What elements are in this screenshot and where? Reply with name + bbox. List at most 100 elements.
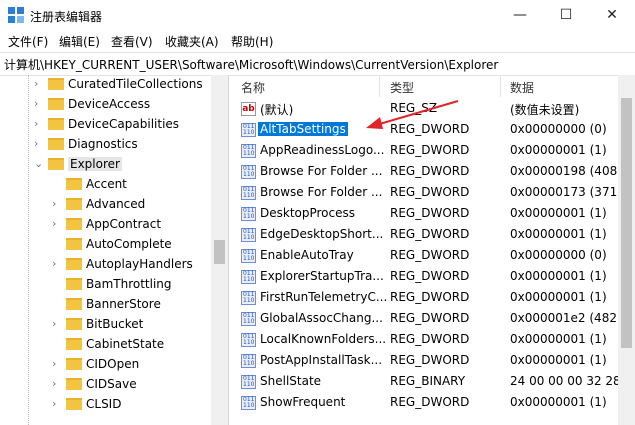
chevron-right-icon[interactable]: › bbox=[52, 258, 62, 270]
binary-value-icon bbox=[241, 144, 256, 158]
tree-item[interactable]: › BitBucket bbox=[0, 315, 210, 335]
value-data: 0x00000173 (371) bbox=[510, 185, 622, 199]
value-name: ShellState bbox=[260, 374, 322, 388]
tree-item[interactable]: › DeviceAccess bbox=[0, 95, 210, 115]
value-row[interactable]: ShowFrequent REG_DWORD 0x00000001 (1) bbox=[229, 393, 619, 414]
value-type: REG_DWORD bbox=[390, 269, 470, 283]
value-type: REG_DWORD bbox=[390, 332, 470, 346]
menu-file[interactable]: 文件(F) bbox=[8, 33, 48, 50]
column-header-data[interactable]: 数据 bbox=[510, 79, 534, 96]
value-data: 0x00000001 (1) bbox=[510, 269, 607, 283]
tree-item[interactable]: ⌄ Explorer bbox=[0, 155, 210, 175]
value-data: 0x00000001 (1) bbox=[510, 290, 607, 304]
tree-item-label: CabinetState bbox=[86, 337, 165, 351]
tree-item-label: AutoComplete bbox=[86, 237, 172, 251]
tree-item-label: BannerStore bbox=[86, 297, 161, 311]
value-data: (数值未设置) bbox=[510, 103, 580, 117]
value-type: REG_DWORD bbox=[390, 143, 470, 157]
value-data: 0x00000001 (1) bbox=[510, 143, 607, 157]
chevron-right-icon[interactable]: › bbox=[34, 118, 44, 130]
column-header-name[interactable]: 名称 bbox=[241, 79, 265, 96]
tree-item-label: CuratedTileCollections bbox=[68, 77, 203, 91]
column-divider[interactable] bbox=[500, 75, 501, 97]
close-button[interactable]: ✕ bbox=[589, 0, 635, 30]
value-data: 0x00000001 (1) bbox=[510, 227, 607, 241]
tree-item-label: CIDSave bbox=[86, 377, 137, 391]
value-row[interactable]: Browse For Folder ... REG_DWORD 0x00000198… bbox=[229, 162, 622, 183]
tree-scrollbar-thumb[interactable] bbox=[214, 240, 225, 264]
column-divider[interactable] bbox=[379, 75, 380, 97]
value-name: LocalKnownFolders... bbox=[260, 332, 387, 346]
value-row[interactable]: PostAppInstallTask... REG_DWORD 0x00000001… bbox=[229, 351, 619, 372]
menu-help[interactable]: 帮助(H) bbox=[231, 33, 273, 50]
chevron-right-icon[interactable]: › bbox=[52, 358, 62, 370]
tree-item[interactable]: › CIDSave bbox=[0, 375, 210, 395]
folder-icon bbox=[66, 358, 82, 370]
tree-item[interactable]: › Diagnostics bbox=[0, 135, 210, 155]
value-row[interactable]: ExplorerStartupTra... REG_DWORD 0x00000001… bbox=[229, 267, 619, 288]
title-bar[interactable]: 注册表编辑器 — ☐ ✕ bbox=[0, 0, 635, 30]
chevron-right-icon[interactable]: › bbox=[52, 398, 62, 410]
tree-item[interactable]: › CLSID bbox=[0, 395, 210, 415]
value-row[interactable]: AppReadinessLogo... REG_DWORD 0x00000001 (… bbox=[229, 141, 619, 162]
folder-icon bbox=[48, 158, 64, 170]
value-row[interactable]: LocalKnownFolders...REG_DWORD 0x00000001 … bbox=[229, 330, 619, 351]
tree-item[interactable]: BamThrottling bbox=[0, 275, 210, 295]
folder-icon bbox=[66, 218, 82, 230]
list-scrollbar-thumb[interactable] bbox=[621, 98, 632, 348]
folder-icon bbox=[66, 238, 82, 250]
menu-view[interactable]: 查看(V) bbox=[111, 33, 153, 50]
binary-value-icon bbox=[241, 228, 256, 242]
tree-item-label: AppContract bbox=[86, 217, 162, 231]
value-row[interactable]: FirstRunTelemetryC...REG_DWORD 0x00000001… bbox=[229, 288, 619, 309]
tree-item[interactable]: BannerStore bbox=[0, 295, 210, 315]
value-type: REG_DWORD bbox=[390, 395, 470, 409]
tree-item[interactable]: › Advanced bbox=[0, 195, 210, 215]
tree-item[interactable]: AutoComplete bbox=[0, 235, 210, 255]
tree-item[interactable]: Accent bbox=[0, 175, 210, 195]
value-data: 0x00000000 (0) bbox=[510, 122, 607, 136]
folder-icon bbox=[48, 98, 64, 110]
value-row[interactable]: DesktopProcess REG_DWORD 0x00000001 (1) bbox=[229, 204, 619, 225]
tree-item-label: DeviceCapabilities bbox=[68, 117, 180, 131]
value-name: DesktopProcess bbox=[260, 206, 356, 220]
value-name: GlobalAssocChang... bbox=[260, 311, 383, 325]
chevron-right-icon[interactable]: › bbox=[34, 138, 44, 150]
chevron-right-icon[interactable]: › bbox=[52, 198, 62, 210]
value-row[interactable]: GlobalAssocChang... REG_DWORD 0x000001e2 (… bbox=[229, 309, 622, 330]
value-type: REG_DWORD bbox=[390, 248, 470, 262]
chevron-right-icon[interactable]: › bbox=[34, 78, 44, 90]
menu-favorites[interactable]: 收藏夹(A) bbox=[165, 33, 219, 50]
tree-item[interactable]: › DeviceCapabilities bbox=[0, 115, 210, 135]
maximize-button[interactable]: ☐ bbox=[543, 0, 589, 30]
value-row[interactable]: ShellState REG_BINARY 24 00 00 00 32 28 bbox=[229, 372, 621, 393]
binary-value-icon bbox=[241, 123, 256, 137]
value-name: EdgeDesktopShort... bbox=[260, 227, 384, 241]
annotation-arrow-icon bbox=[366, 100, 459, 129]
value-row[interactable]: Browse For Folder ... REG_DWORD 0x00000173… bbox=[229, 183, 622, 204]
chevron-right-icon[interactable]: › bbox=[52, 318, 62, 330]
value-type: REG_DWORD bbox=[390, 290, 470, 304]
chevron-down-icon[interactable]: ⌄ bbox=[34, 158, 44, 170]
value-data: 24 00 00 00 32 28 bbox=[510, 374, 621, 388]
menu-edit[interactable]: 编辑(E) bbox=[59, 33, 100, 50]
column-header-type[interactable]: 类型 bbox=[390, 79, 414, 96]
tree-item[interactable]: CabinetState bbox=[0, 335, 210, 355]
tree-item[interactable]: › CIDOpen bbox=[0, 355, 210, 375]
address-bar[interactable]: 计算机\HKEY_CURRENT_USER\Software\Microsoft… bbox=[0, 52, 635, 76]
registry-tree[interactable]: › CuratedTileCollections › DeviceAccess › Dev… bbox=[0, 75, 229, 425]
tree-item[interactable]: › CuratedTileCollections bbox=[0, 75, 210, 95]
tree-item[interactable]: › AppContract bbox=[0, 215, 210, 235]
string-value-icon: ab bbox=[241, 102, 256, 116]
value-type: REG_DWORD bbox=[390, 206, 470, 220]
address-path[interactable]: 计算机\HKEY_CURRENT_USER\Software\Microsoft… bbox=[4, 56, 498, 73]
folder-icon bbox=[48, 78, 64, 90]
chevron-right-icon[interactable]: › bbox=[52, 218, 62, 230]
minimize-button[interactable]: — bbox=[497, 0, 543, 30]
chevron-right-icon[interactable]: › bbox=[52, 378, 62, 390]
tree-item[interactable]: › AutoplayHandlers bbox=[0, 255, 210, 275]
chevron-right-icon[interactable]: › bbox=[34, 98, 44, 110]
tree-item-label: CLSID bbox=[86, 397, 122, 411]
value-row[interactable]: EdgeDesktopShort... REG_DWORD 0x00000001 (… bbox=[229, 225, 619, 246]
value-row[interactable]: EnableAutoTray REG_DWORD 0x00000000 (0) bbox=[229, 246, 619, 267]
